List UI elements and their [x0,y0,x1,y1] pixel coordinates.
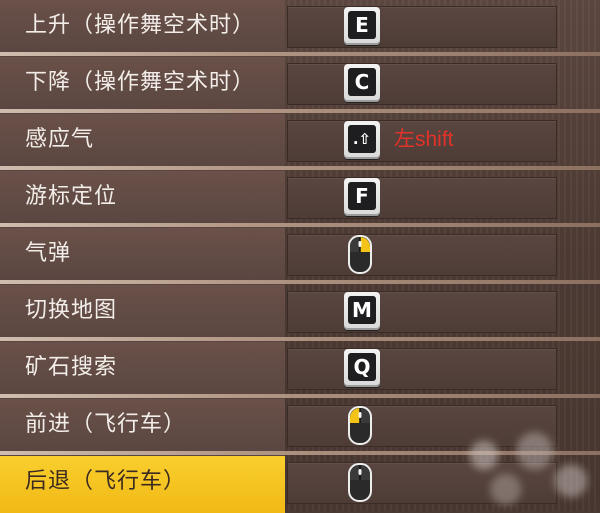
action-label: 后退（飞行车） [25,469,187,494]
row-divider [0,109,600,113]
key-slot[interactable] [287,348,557,390]
blurred-watermark [455,425,600,511]
action-label: 游标定位 [25,184,118,209]
keybind-row-ki-blast[interactable]: 气弹 [0,228,600,285]
key-slot[interactable] [287,234,557,276]
keybind-row-switch-map[interactable]: 切换地图 M [0,285,600,342]
action-label: 切换地图 [25,298,118,323]
action-label: 前进（飞行车） [25,412,187,437]
keycap-letter: E [348,11,376,39]
shift-key-icon: .⇧ [348,125,376,153]
key-slot[interactable] [287,63,557,105]
keycap-letter: M [348,296,376,324]
action-label: 上升（操作舞空术时） [25,13,256,38]
mouse-right-icon[interactable] [347,461,373,503]
keycap-q[interactable]: Q [344,349,380,387]
keybind-row-cursor-lock[interactable]: 游标定位 F [0,171,600,228]
key-slot[interactable] [287,6,557,48]
keycap-f[interactable]: F [344,178,380,216]
keycap-shift[interactable]: .⇧ [344,121,380,159]
keycap-c[interactable]: C [344,64,380,102]
keycap-e[interactable]: E [344,7,380,45]
row-divider [0,166,600,170]
keybind-row-ascend[interactable]: 上升（操作舞空术时） E [0,0,600,57]
row-divider [0,52,600,56]
row-divider [0,394,600,398]
action-label: 下降（操作舞空术时） [25,70,256,95]
keycap-letter: C [348,68,376,96]
keycap-letter: Q [348,353,376,381]
keybind-row-sense-ki[interactable]: 感应气 .⇧ 左shift [0,114,600,171]
action-label: 感应气 [25,127,95,152]
row-divider [0,223,600,227]
key-slot[interactable] [287,177,557,219]
mouse-left-icon[interactable] [347,404,373,446]
keybind-row-descend[interactable]: 下降（操作舞空术时） C [0,57,600,114]
row-divider [0,280,600,284]
left-shift-note: 左shift [394,128,454,151]
keybinding-panel: 上升（操作舞空术时） E 下降（操作舞空术时） C 感应气 .⇧ 左shift … [0,0,600,513]
keycap-m[interactable]: M [344,292,380,330]
keycap-letter: F [348,182,376,210]
mouse-left-icon[interactable] [347,233,373,275]
keybind-row-ore-search[interactable]: 矿石搜索 Q [0,342,600,399]
row-divider [0,337,600,341]
key-slot[interactable] [287,291,557,333]
action-label: 矿石搜索 [25,355,118,380]
action-label: 气弹 [25,241,72,266]
